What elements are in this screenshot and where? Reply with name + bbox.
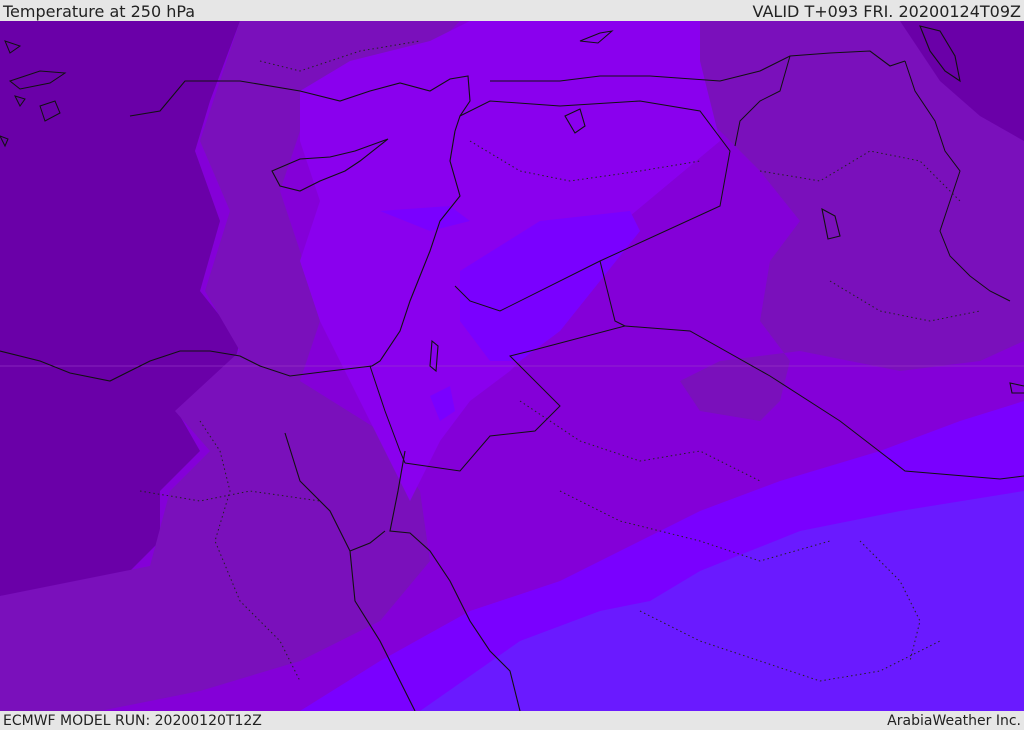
map-title: Temperature at 250 hPa [3,2,196,21]
map-canvas [0,21,1024,711]
model-run-label: ECMWF MODEL RUN: 20200120T12Z [3,713,262,729]
valid-time-label: VALID T+093 FRI. 20200124T09Z [752,2,1021,21]
weather-map[interactable] [0,21,1024,711]
footer-bar: ECMWF MODEL RUN: 20200120T12Z ArabiaWeat… [0,711,1024,729]
credit-label: ArabiaWeather Inc. [887,713,1021,729]
header-bar: Temperature at 250 hPa VALID T+093 FRI. … [0,0,1024,21]
